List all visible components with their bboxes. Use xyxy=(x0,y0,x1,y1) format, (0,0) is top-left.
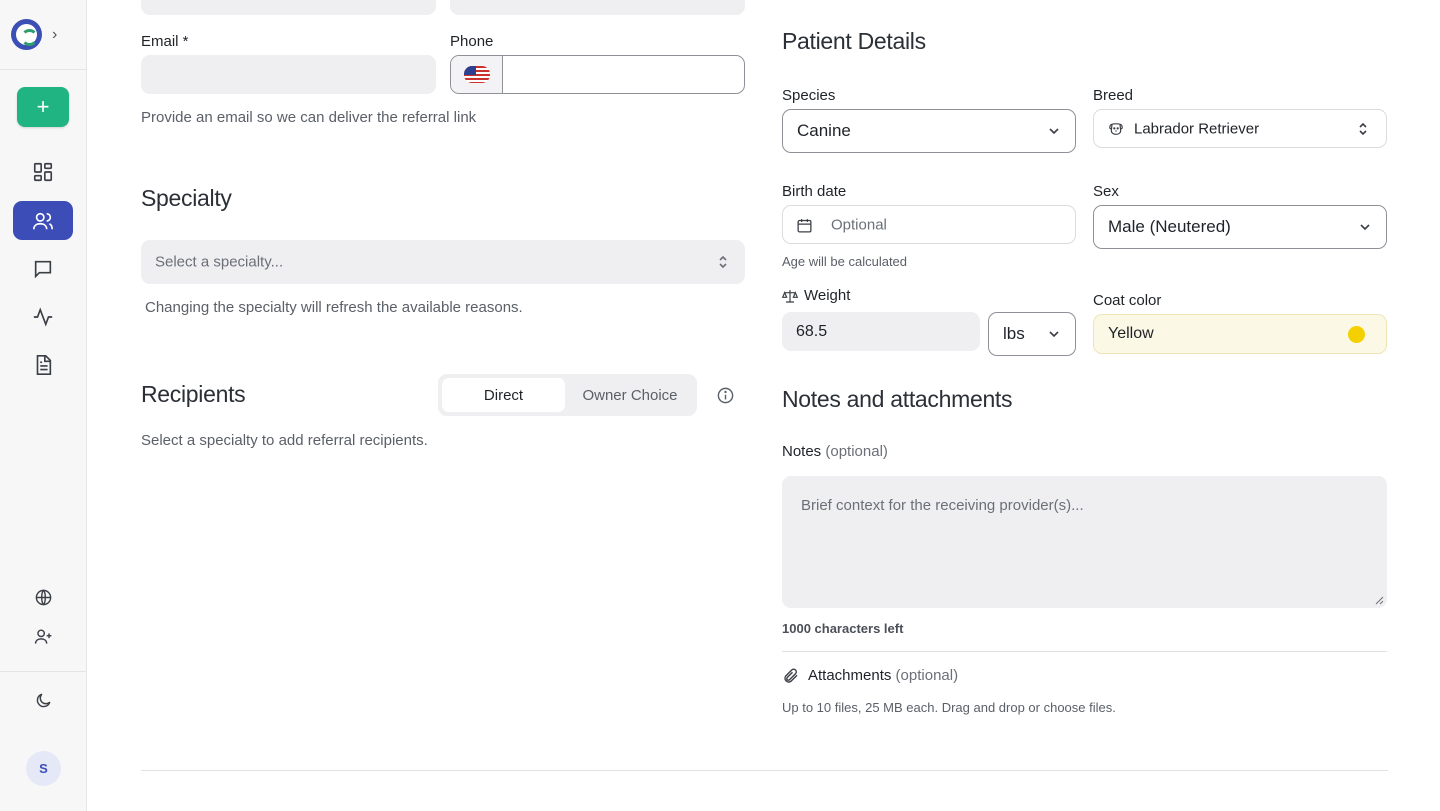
specialty-help-text: Changing the specialty will refresh the … xyxy=(145,299,523,316)
specialty-placeholder: Select a specialty... xyxy=(155,253,284,271)
country-select[interactable] xyxy=(451,56,503,93)
app-logo[interactable] xyxy=(11,19,42,50)
paperclip-icon xyxy=(784,668,798,683)
weight-input[interactable]: 68.5 xyxy=(782,312,980,351)
sidebar-item-invite[interactable] xyxy=(13,617,73,656)
email-label: Email * xyxy=(141,33,189,50)
coat-color-value: Yellow xyxy=(1108,325,1154,342)
breed-value: Labrador Retriever xyxy=(1134,120,1260,137)
theme-toggle[interactable] xyxy=(13,681,73,720)
notes-label: Notes (optional) xyxy=(782,443,888,460)
sidebar-item-language[interactable] xyxy=(13,578,73,617)
sidebar-divider xyxy=(0,69,86,70)
user-plus-icon xyxy=(34,629,51,644)
chevron-up-down-icon xyxy=(719,255,727,269)
chevron-right-icon[interactable]: › xyxy=(52,26,57,44)
sidebar: › + S xyxy=(0,0,87,811)
sidebar-item-patients[interactable] xyxy=(13,201,73,240)
characters-left: 1000 characters left xyxy=(782,621,904,636)
chevron-down-icon xyxy=(1049,331,1059,338)
toggle-direct[interactable]: Direct xyxy=(442,378,565,412)
dog-icon xyxy=(1109,123,1123,135)
footer-divider xyxy=(141,770,1388,771)
chevron-down-icon xyxy=(1360,224,1370,231)
last-name-input[interactable] xyxy=(450,0,745,15)
divider xyxy=(782,651,1387,652)
first-name-input[interactable] xyxy=(141,0,436,15)
weight-unit-value: lbs xyxy=(1003,324,1025,343)
moon-icon xyxy=(36,693,51,708)
weight-value: 68.5 xyxy=(796,322,828,340)
resize-handle-icon[interactable] xyxy=(1375,596,1384,605)
specialty-heading: Specialty xyxy=(141,185,232,211)
us-flag-icon xyxy=(464,66,490,83)
species-label: Species xyxy=(782,87,836,104)
sidebar-item-documents[interactable] xyxy=(13,345,73,384)
email-field[interactable] xyxy=(141,55,436,94)
users-icon xyxy=(33,212,53,229)
avatar[interactable]: S xyxy=(26,751,61,786)
species-value: Canine xyxy=(797,121,851,140)
document-icon xyxy=(36,354,52,375)
notes-placeholder: Brief context for the receiving provider… xyxy=(801,497,1084,514)
birth-date-placeholder: Optional xyxy=(831,216,887,233)
email-help-text: Provide an email so we can deliver the r… xyxy=(141,109,477,126)
species-select[interactable]: Canine xyxy=(782,109,1076,153)
new-referral-button[interactable]: + xyxy=(17,87,69,127)
patient-details-heading: Patient Details xyxy=(782,28,926,54)
attachments-label-text: Attachments xyxy=(808,667,892,684)
recipients-heading: Recipients xyxy=(141,381,246,407)
attachments-help: Up to 10 files, 25 MB each. Drag and dro… xyxy=(782,700,1116,715)
globe-icon xyxy=(35,589,51,606)
weight-unit-select[interactable]: lbs xyxy=(988,312,1076,356)
color-swatch xyxy=(1348,326,1365,343)
specialty-select[interactable]: Select a specialty... xyxy=(141,240,745,284)
notes-textarea[interactable]: Brief context for the receiving provider… xyxy=(782,476,1387,608)
coat-color-input[interactable]: Yellow xyxy=(1093,314,1387,354)
chat-icon xyxy=(34,260,52,278)
sidebar-item-activity[interactable] xyxy=(13,297,73,336)
phone-field[interactable] xyxy=(450,55,745,94)
breed-select[interactable]: Labrador Retriever xyxy=(1093,109,1387,148)
birth-date-help: Age will be calculated xyxy=(782,254,908,269)
scale-icon xyxy=(782,290,798,303)
weight-label: Weight xyxy=(804,287,851,304)
attachments-label: Attachments (optional) xyxy=(808,667,958,684)
notes-label-text: Notes xyxy=(782,443,822,460)
sidebar-item-messages[interactable] xyxy=(13,249,73,288)
sex-value: Male (Neutered) xyxy=(1108,217,1231,236)
notes-optional: (optional) xyxy=(825,443,888,460)
birth-date-input[interactable]: Optional xyxy=(782,205,1076,244)
phone-label: Phone xyxy=(450,33,494,50)
calendar-icon xyxy=(797,219,812,233)
chevron-down-icon xyxy=(1049,128,1059,135)
breed-label: Breed xyxy=(1093,87,1134,104)
sex-select[interactable]: Male (Neutered) xyxy=(1093,205,1387,249)
birth-date-label: Birth date xyxy=(782,183,847,200)
notes-section-heading: Notes and attachments xyxy=(782,386,1013,412)
chevron-up-down-icon xyxy=(1359,122,1367,135)
recipient-mode-toggle: Direct Owner Choice xyxy=(438,374,697,416)
dashboard-icon xyxy=(33,162,53,181)
sidebar-item-dashboard[interactable] xyxy=(13,152,73,191)
sex-label: Sex xyxy=(1093,183,1119,200)
toggle-owner-choice[interactable]: Owner Choice xyxy=(567,378,693,412)
sidebar-divider xyxy=(0,671,86,672)
activity-icon xyxy=(33,306,53,327)
info-icon[interactable] xyxy=(716,386,735,405)
attachments-optional: (optional) xyxy=(895,667,959,684)
recipients-help-text: Select a specialty to add referral recip… xyxy=(141,432,428,449)
coat-color-label: Coat color xyxy=(1093,292,1162,309)
